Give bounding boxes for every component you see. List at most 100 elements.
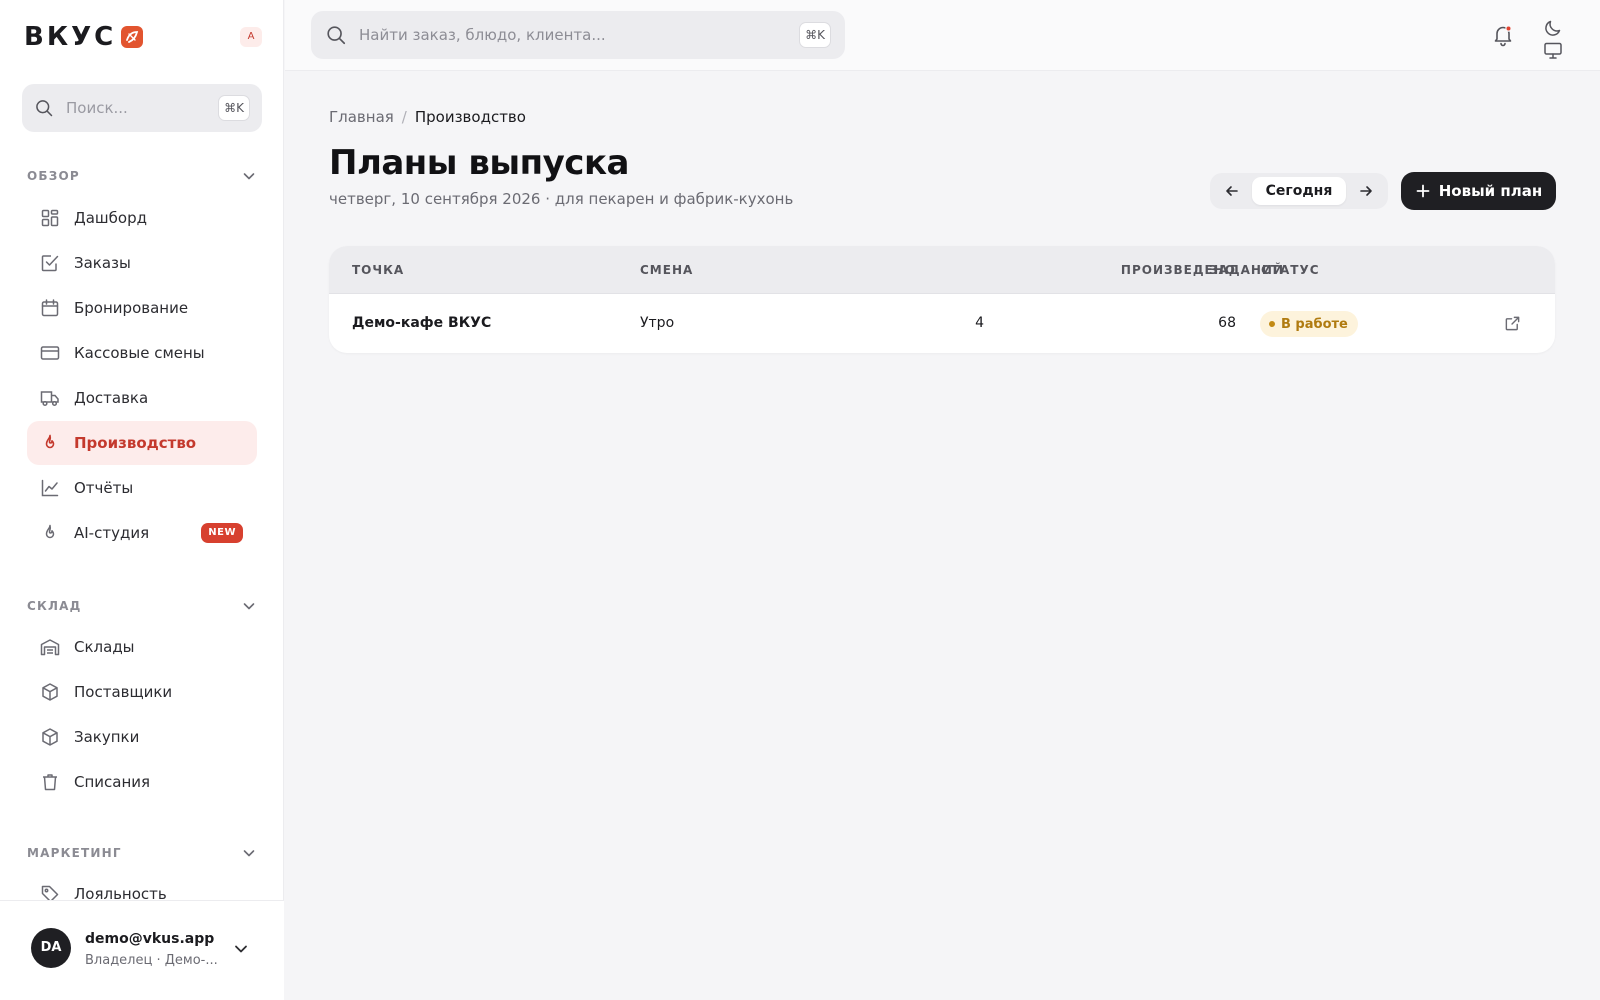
calendar-icon bbox=[41, 299, 59, 317]
box-icon bbox=[42, 728, 58, 746]
card-icon bbox=[40, 346, 60, 360]
workspace-badge[interactable]: A bbox=[240, 27, 262, 47]
page-subtitle: четверг, 10 сентября 2026 · для пекарен … bbox=[329, 190, 794, 208]
table-header: ТОЧКА СМЕНА ЗАДАНИЙ ПРОИЗВЕДЕНО СТАТУС bbox=[329, 246, 1555, 294]
chevron-down-icon bbox=[243, 173, 255, 180]
breadcrumb-home-link[interactable]: Главная bbox=[329, 107, 394, 127]
section-title: ОБЗОР bbox=[27, 169, 80, 183]
chart-icon bbox=[41, 479, 59, 497]
global-search-input[interactable] bbox=[359, 26, 779, 44]
orders-icon bbox=[41, 255, 59, 272]
date-navigator: Сегодня bbox=[1210, 173, 1388, 209]
sidebar-nav: ОБЗОР Дашборд Заказы Бронирование Кассов… bbox=[0, 160, 284, 900]
sidebar-item-label: Закупки bbox=[74, 728, 140, 746]
arrow-left-icon bbox=[1226, 186, 1238, 196]
column-header-shift[interactable]: СМЕНА bbox=[640, 263, 693, 277]
sidebar-item-production[interactable]: Производство bbox=[27, 421, 257, 465]
sidebar-item-writeoffs[interactable]: Списания bbox=[27, 760, 257, 804]
sidebar-item-label: Списания bbox=[74, 773, 151, 791]
breadcrumb: Главная / Производство bbox=[329, 107, 526, 127]
warehouse-icon bbox=[40, 639, 60, 656]
sidebar-item-delivery[interactable]: Доставка bbox=[27, 376, 257, 420]
sidebar-item-label: Бронирование bbox=[74, 299, 189, 317]
status-dot bbox=[1269, 321, 1275, 327]
cell-produced: 68 bbox=[1218, 315, 1236, 331]
cell-tasks: 4 bbox=[975, 315, 984, 331]
section-title: СКЛАД bbox=[27, 599, 82, 613]
trash-icon bbox=[43, 774, 57, 791]
external-link-icon[interactable] bbox=[1504, 315, 1521, 332]
sidebar-item-label: Дашборд bbox=[74, 209, 147, 227]
cell-shift: Утро bbox=[640, 315, 675, 331]
sidebar-item-dashboard[interactable]: Дашборд bbox=[27, 196, 257, 240]
sidebar-item-label: Доставка bbox=[74, 389, 149, 407]
box-icon bbox=[42, 683, 58, 701]
new-badge: NEW bbox=[201, 523, 243, 543]
next-day-button[interactable] bbox=[1348, 177, 1384, 205]
brand-logo-icon bbox=[121, 26, 144, 48]
sidebar-item-label: Производство bbox=[74, 434, 197, 452]
notifications-bell-icon[interactable] bbox=[1490, 22, 1516, 48]
sidebar-item-label: Поставщики bbox=[74, 683, 173, 701]
sidebar-search-input[interactable] bbox=[66, 99, 206, 117]
user-menu[interactable]: DA demo@vkus.app Владелец · Демо-... bbox=[0, 900, 284, 1000]
tag-icon bbox=[41, 885, 59, 900]
sidebar-item-cash-shifts[interactable]: Кассовые смены bbox=[27, 331, 257, 375]
plus-icon bbox=[1416, 184, 1430, 198]
chevron-down-icon[interactable] bbox=[232, 940, 250, 958]
sidebar-item-orders[interactable]: Заказы bbox=[27, 241, 257, 285]
user-role: Владелец · Демо-... bbox=[85, 953, 218, 968]
breadcrumb-separator: / bbox=[401, 108, 407, 126]
new-plan-button[interactable]: Новый план bbox=[1401, 172, 1556, 210]
top-bar: ⌘K bbox=[285, 0, 1600, 71]
column-header-status[interactable]: СТАТУС bbox=[1261, 263, 1320, 277]
brand-logo-text[interactable]: ВКУС bbox=[24, 22, 116, 52]
search-icon bbox=[327, 26, 346, 45]
column-header-point[interactable]: ТОЧКА bbox=[352, 263, 404, 277]
sidebar-item-purchases[interactable]: Закупки bbox=[27, 715, 257, 759]
new-plan-label: Новый план bbox=[1438, 182, 1543, 200]
sidebar-item-label: Кассовые смены bbox=[74, 344, 205, 362]
system-theme-icon[interactable] bbox=[1543, 42, 1563, 60]
dark-mode-icon[interactable] bbox=[1543, 18, 1563, 38]
sidebar-search[interactable]: ⌘K bbox=[22, 84, 262, 132]
avatar: DA bbox=[31, 928, 71, 968]
today-button[interactable]: Сегодня bbox=[1251, 177, 1347, 205]
table-row[interactable]: Демо-кафе ВКУС Утро 4 68 В работе bbox=[329, 294, 1555, 353]
column-header-produced[interactable]: ПРОИЗВЕДЕНО bbox=[1106, 263, 1236, 277]
sidebar-item-label: Склады bbox=[74, 638, 135, 656]
user-email: demo@vkus.app bbox=[85, 931, 215, 947]
previous-day-button[interactable] bbox=[1214, 177, 1250, 205]
sidebar-item-loyalty[interactable]: Лояльность bbox=[27, 872, 257, 900]
sidebar-item-booking[interactable]: Бронирование bbox=[27, 286, 257, 330]
chevron-down-icon bbox=[243, 603, 255, 610]
shortcut-hint: ⌘K bbox=[799, 22, 831, 48]
sidebar-item-label: Лояльность bbox=[74, 885, 167, 900]
flame-icon bbox=[45, 434, 55, 449]
dashboard-icon bbox=[41, 209, 59, 227]
production-plans-table: ТОЧКА СМЕНА ЗАДАНИЙ ПРОИЗВЕДЕНО СТАТУС Д… bbox=[329, 246, 1555, 353]
chevron-down-icon bbox=[243, 850, 255, 857]
sidebar-item-label: Отчёты bbox=[74, 479, 134, 497]
cell-point[interactable]: Демо-кафе ВКУС bbox=[352, 315, 491, 332]
section-header-warehouse[interactable]: СКЛАД bbox=[27, 595, 257, 617]
sidebar-item-label: Заказы bbox=[74, 254, 131, 272]
sidebar-item-warehouses[interactable]: Склады bbox=[27, 625, 257, 669]
status-text: В работе bbox=[1281, 316, 1348, 332]
shortcut-hint: ⌘K bbox=[218, 95, 250, 121]
sidebar-item-ai-studio[interactable]: AI-студия NEW bbox=[27, 511, 257, 555]
sidebar-item-label: AI-студия bbox=[74, 524, 150, 542]
flame-icon bbox=[45, 524, 55, 539]
truck-icon bbox=[40, 391, 59, 407]
page-title: Планы выпуска bbox=[329, 143, 629, 183]
sidebar-item-reports[interactable]: Отчёты bbox=[27, 466, 257, 510]
arrow-right-icon bbox=[1360, 186, 1372, 196]
status-badge: В работе bbox=[1260, 311, 1358, 337]
sidebar-item-suppliers[interactable]: Поставщики bbox=[27, 670, 257, 714]
global-search[interactable]: ⌘K bbox=[311, 11, 845, 59]
search-icon bbox=[36, 100, 53, 117]
section-header-marketing[interactable]: МАРКЕТИНГ bbox=[27, 842, 257, 864]
breadcrumb-current: Производство bbox=[414, 108, 526, 126]
section-header-overview[interactable]: ОБЗОР bbox=[27, 165, 257, 187]
section-title: МАРКЕТИНГ bbox=[27, 846, 122, 860]
